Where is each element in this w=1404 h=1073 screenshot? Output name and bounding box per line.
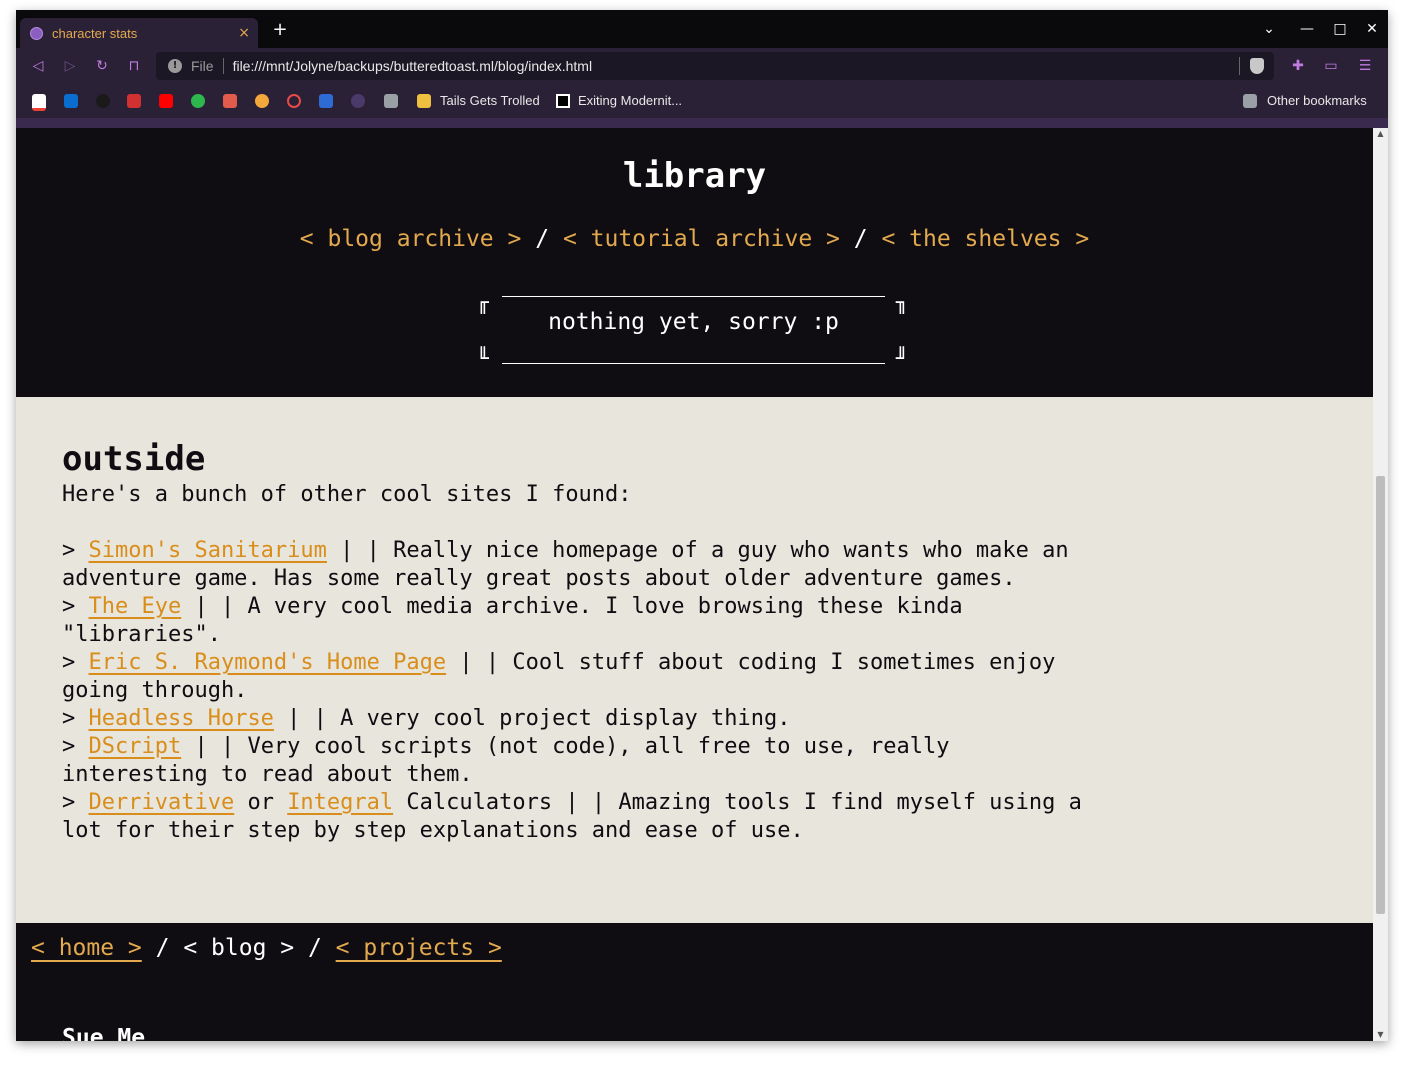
store-icon[interactable]	[223, 94, 237, 108]
projects-link[interactable]: < projects >	[336, 935, 502, 961]
intro-text: Here's a bunch of other cool sites I fou…	[62, 482, 632, 507]
list-item: > Derrivative or Integral Calculators | …	[62, 790, 1082, 815]
circle-icon[interactable]	[351, 94, 365, 108]
bookmark-other[interactable]: Other bookmarks	[1267, 93, 1367, 109]
back-icon[interactable]: ◁	[27, 55, 49, 77]
globe-icon	[30, 26, 43, 40]
list-item-continuation: adventure game. Has some really great po…	[62, 566, 1016, 591]
wallet-icon[interactable]: ▭	[1322, 57, 1340, 75]
box-top-line	[502, 296, 885, 297]
close-tab-icon[interactable]: ×	[238, 25, 250, 41]
library-section: library < blog archive > / < tutorial ar…	[16, 128, 1373, 397]
derrivative-link[interactable]: Derrivative	[89, 790, 235, 815]
url-divider	[222, 58, 224, 74]
footer-nav: < home > / < blog > / < projects >	[31, 935, 502, 961]
site-link[interactable]: Eric S. Raymond's Home Page	[89, 650, 447, 675]
outlook-icon[interactable]	[64, 94, 78, 108]
tab-character-stats[interactable]: character stats ×	[20, 18, 258, 48]
other-folder-icon[interactable]	[1243, 94, 1257, 108]
page-top-strip	[16, 118, 1388, 128]
bookmark-red-icon[interactable]	[127, 94, 141, 108]
box-corner-bl: ╙	[477, 346, 490, 370]
box-bottom-line	[502, 363, 885, 364]
list-item: > Headless Horse | | A very cool project…	[62, 706, 791, 731]
toolbar: ◁ ▷ ↻ ⊓ ! File file:///mnt/Jolyne/backup…	[16, 48, 1388, 84]
tab-search-icon[interactable]: ⌄	[1258, 18, 1280, 40]
folder-icon[interactable]	[384, 94, 398, 108]
reload-icon[interactable]: ↻	[91, 55, 113, 77]
outside-section: outside Here's a bunch of other cool sit…	[16, 397, 1373, 923]
list-item-continuation: interesting to read about them.	[62, 762, 473, 787]
tab-strip: character stats × + ⌄ — □ ✕	[16, 10, 1388, 48]
page-title: library	[622, 156, 767, 196]
bookmark-icon[interactable]: ⊓	[123, 55, 145, 77]
blog-archive-link[interactable]: < blog archive >	[300, 226, 522, 252]
bookmark-exiting[interactable]: Exiting Modernit...	[578, 93, 682, 109]
github-icon[interactable]	[96, 94, 110, 108]
list-item-continuation: "libraries".	[62, 622, 221, 647]
footer: < home > / < blog > / < projects > Sue M…	[16, 923, 1373, 1041]
info-icon[interactable]: !	[168, 59, 182, 73]
site-link[interactable]: The Eye	[89, 594, 182, 619]
nav-separator: /	[853, 226, 868, 252]
box-corner-br: ╜	[896, 346, 909, 370]
menu-icon[interactable]: ☰	[1356, 57, 1374, 75]
shield-divider	[1239, 57, 1240, 75]
page-viewport: library < blog archive > / < tutorial ar…	[16, 128, 1373, 1041]
bookmarks-bar: Tails Gets Trolled Exiting Modernit... O…	[16, 84, 1388, 118]
list-item: > Simon's Sanitarium | | Really nice hom…	[62, 538, 1069, 563]
tab-title: character stats	[52, 25, 138, 41]
tutorial-archive-link[interactable]: < tutorial archive >	[563, 226, 840, 252]
site-entries: > Simon's Sanitarium | | Really nice hom…	[62, 537, 1102, 789]
url-text[interactable]: file:///mnt/Jolyne/backups/butteredtoast…	[233, 58, 1239, 74]
site-link[interactable]: DScript	[89, 734, 182, 759]
list-item: > DScript | | Very cool scripts (not cod…	[62, 734, 950, 759]
scroll-thumb[interactable]	[1376, 476, 1385, 914]
site-link[interactable]: Simon's Sanitarium	[89, 538, 327, 563]
page-scrollbar[interactable]: ▲ ▼	[1373, 128, 1388, 1041]
scroll-down-icon[interactable]: ▼	[1373, 1029, 1388, 1041]
fox-icon[interactable]	[255, 94, 269, 108]
empty-message: nothing yet, sorry :p	[548, 309, 839, 335]
site-link[interactable]: Headless Horse	[89, 706, 274, 731]
box-corner-tr: ╖	[896, 290, 909, 314]
integral-link[interactable]: Integral	[287, 790, 393, 815]
list-item-continuation: lot for their step by step explanations …	[62, 818, 804, 843]
sites-list: Here's a bunch of other cool sites I fou…	[62, 481, 1102, 845]
the-shelves-link[interactable]: < the shelves >	[881, 226, 1089, 252]
ring-icon[interactable]	[287, 94, 301, 108]
browser-window: character stats × + ⌄ — □ ✕ ◁ ▷ ↻ ⊓ ! Fi…	[16, 10, 1388, 1041]
close-window-button[interactable]: ✕	[1361, 18, 1383, 40]
blog-current: < blog >	[183, 935, 295, 961]
sue-me-heading: Sue Me	[62, 1025, 146, 1041]
chart-icon[interactable]	[319, 94, 333, 108]
url-scheme: File	[191, 58, 214, 74]
nav-separator: /	[535, 226, 550, 252]
outside-heading: outside	[62, 439, 206, 479]
square-icon[interactable]	[556, 94, 570, 108]
address-bar[interactable]: ! File file:///mnt/Jolyne/backups/butter…	[156, 52, 1274, 80]
green-badge-icon[interactable]	[191, 94, 205, 108]
bookmark-tails[interactable]: Tails Gets Trolled	[440, 93, 540, 109]
scroll-up-icon[interactable]: ▲	[1373, 128, 1388, 140]
new-tab-button[interactable]: +	[270, 20, 290, 40]
home-link[interactable]: < home >	[31, 935, 142, 961]
brave-shield-icon[interactable]	[1250, 58, 1264, 74]
library-nav: < blog archive > / < tutorial archive > …	[16, 226, 1373, 252]
gmail-icon[interactable]	[32, 94, 46, 111]
extensions-icon[interactable]: ✚	[1289, 57, 1307, 75]
tails-icon[interactable]	[417, 94, 431, 108]
minimize-button[interactable]: —	[1296, 18, 1318, 40]
maximize-button[interactable]: □	[1329, 18, 1351, 40]
youtube-icon[interactable]	[159, 94, 173, 108]
forward-icon[interactable]: ▷	[59, 55, 81, 77]
box-corner-tl: ╓	[477, 290, 490, 314]
list-item-continuation: going through.	[62, 678, 248, 703]
list-item: > The Eye | | A very cool media archive.…	[62, 594, 963, 619]
list-item: > Eric S. Raymond's Home Page | | Cool s…	[62, 650, 1056, 675]
